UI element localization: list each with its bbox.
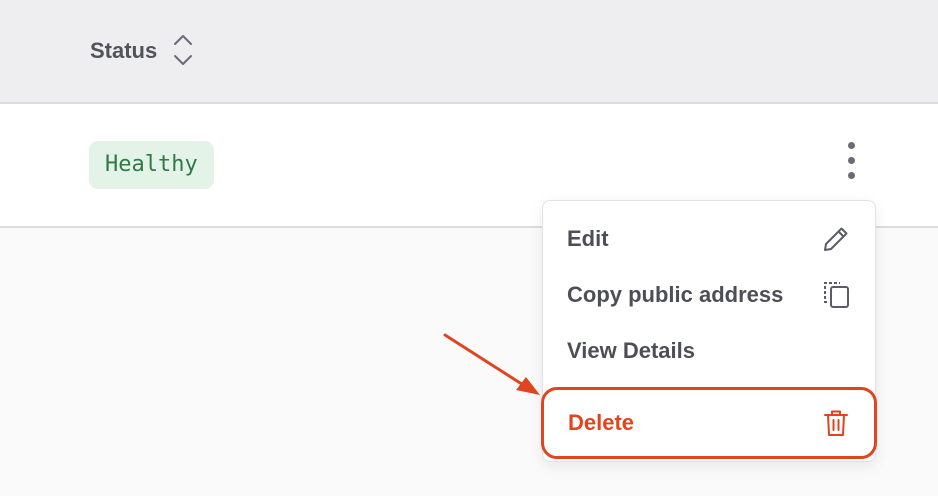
edit-label: Edit (567, 226, 609, 251)
table-header: Status (0, 0, 938, 104)
trash-icon (824, 410, 848, 436)
copy-address-label: Copy public address (567, 282, 784, 307)
status-column-label: Status (90, 38, 158, 63)
row-actions-menu: Edit Copy public address View Details De… (541, 200, 877, 462)
view-details-label: View Details (567, 338, 695, 363)
delete-menu-item[interactable]: Delete (541, 387, 877, 459)
copy-address-menu-item[interactable]: Copy public address (543, 267, 875, 323)
annotation-arrow-icon (443, 333, 540, 395)
sort-updown-icon[interactable] (173, 32, 193, 68)
pencil-icon (824, 227, 848, 251)
copy-icon (824, 282, 849, 308)
status-badge: Healthy (89, 141, 214, 189)
status-column-header[interactable]: Status (90, 34, 193, 68)
delete-label: Delete (568, 410, 635, 435)
view-details-menu-item[interactable]: View Details (543, 323, 875, 379)
kebab-menu-icon[interactable] (834, 140, 870, 180)
edit-menu-item[interactable]: Edit (543, 211, 875, 267)
